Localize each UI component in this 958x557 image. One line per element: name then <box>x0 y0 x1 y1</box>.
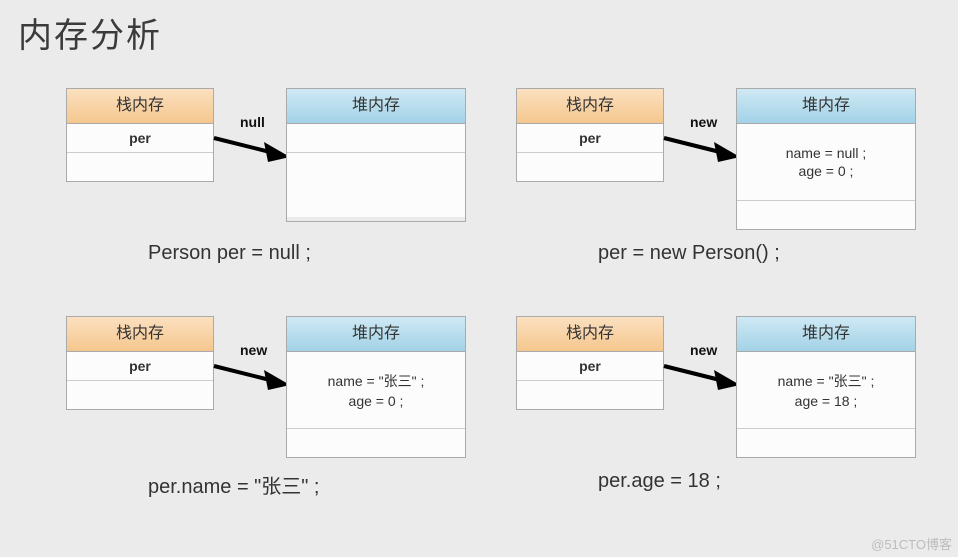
heap-header: 堆内存 <box>287 317 465 352</box>
stack-row-per: per <box>517 352 663 381</box>
heap-box: 堆内存 name = "张三" ; age = 0 ; <box>286 316 466 458</box>
heap-line: age = 0 ; <box>737 163 915 179</box>
arrow-label: new <box>690 342 717 358</box>
arrow-icon <box>662 130 740 180</box>
arrow-icon <box>212 130 290 180</box>
stack-row-per: per <box>517 124 663 153</box>
stack-row-per: per <box>67 352 213 381</box>
arrow: new <box>662 358 740 408</box>
caption: Person per = null ; <box>148 242 311 265</box>
heap-body: name = "张三" ; age = 0 ; <box>287 352 465 429</box>
stack-box: 栈内存 per <box>66 88 214 182</box>
heap-blank <box>287 153 465 217</box>
heap-line: age = 18 ; <box>737 393 915 409</box>
stack-header: 栈内存 <box>517 317 663 352</box>
stack-box: 栈内存 per <box>516 316 664 410</box>
caption: per.name = "张三" ; <box>148 470 320 499</box>
heap-header: 堆内存 <box>737 89 915 124</box>
heap-blank <box>737 201 915 229</box>
heap-box: 堆内存 name = "张三" ; age = 18 ; <box>736 316 916 458</box>
heap-box: 堆内存 name = null ; age = 0 ; <box>736 88 916 230</box>
heap-line: name = null ; <box>737 145 915 161</box>
stack-box: 栈内存 per <box>516 88 664 182</box>
arrow-label: new <box>690 114 717 130</box>
arrow: null <box>212 130 290 180</box>
arrow-label: new <box>240 342 267 358</box>
stack-row-empty <box>517 153 663 181</box>
stack-header: 栈内存 <box>517 89 663 124</box>
heap-line: name = "张三" ; <box>737 371 915 391</box>
caption: per = new Person() ; <box>598 242 780 265</box>
stack-header: 栈内存 <box>67 89 213 124</box>
arrow: new <box>212 358 290 408</box>
caption: per.age = 18 ; <box>598 470 721 493</box>
heap-body: name = null ; age = 0 ; <box>737 124 915 201</box>
stack-header: 栈内存 <box>67 317 213 352</box>
stack-row-empty <box>517 381 663 409</box>
stack-row-per: per <box>67 124 213 153</box>
arrow-icon <box>212 358 290 408</box>
stack-row-empty <box>67 381 213 409</box>
heap-blank <box>737 429 915 457</box>
page-title: 内存分析 <box>18 8 162 57</box>
heap-header: 堆内存 <box>737 317 915 352</box>
heap-box: 堆内存 <box>286 88 466 222</box>
arrow-label: null <box>240 114 265 130</box>
heap-line: age = 0 ; <box>287 393 465 409</box>
arrow: new <box>662 130 740 180</box>
arrow-icon <box>662 358 740 408</box>
heap-blank <box>287 429 465 457</box>
heap-header: 堆内存 <box>287 89 465 124</box>
heap-body <box>287 124 465 153</box>
stack-box: 栈内存 per <box>66 316 214 410</box>
watermark: @51CTO博客 <box>871 534 952 553</box>
stack-row-empty <box>67 153 213 181</box>
heap-line: name = "张三" ; <box>287 371 465 391</box>
heap-body: name = "张三" ; age = 18 ; <box>737 352 915 429</box>
